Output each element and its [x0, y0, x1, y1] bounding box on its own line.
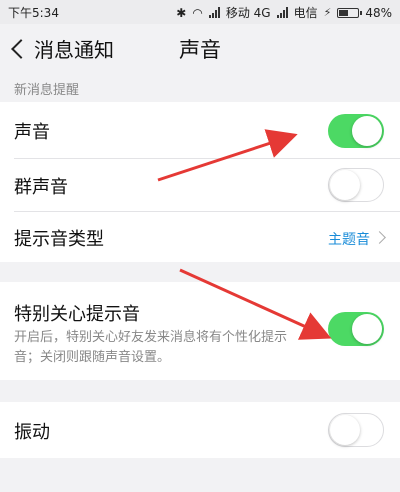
- status-time: 下午5:34: [8, 6, 59, 20]
- row-label-vibration: 振动: [14, 422, 50, 443]
- special-care-description: 开启后，特别关心好友发来消息将有个性化提示音；关闭则跟随声音设置。: [14, 330, 288, 365]
- charging-icon: ⚡: [323, 6, 332, 19]
- battery-level: 48%: [365, 5, 392, 20]
- section-header-new-message: 新消息提醒: [0, 72, 400, 102]
- settings-card-special-care: 特别关心提示音 开启后，特别关心好友发来消息将有个性化提示音；关闭则跟随声音设置…: [0, 282, 400, 380]
- bluetooth-icon: ✱: [176, 5, 187, 20]
- vibration-toggle[interactable]: [328, 413, 384, 447]
- sound-toggle[interactable]: [328, 114, 384, 148]
- status-icons: ✱ ◠ 移动 4G 电信 ⚡ 48%: [176, 4, 392, 21]
- group-sound-toggle[interactable]: [328, 168, 384, 202]
- row-label-special-care: 特别关心提示音: [14, 304, 140, 325]
- chevron-right-icon: [373, 231, 386, 244]
- row-group-sound[interactable]: 群声音: [0, 159, 400, 211]
- row-label-sound: 声音: [14, 122, 50, 143]
- row-vibration[interactable]: 振动: [0, 402, 400, 458]
- row-sound[interactable]: 声音: [0, 102, 400, 158]
- battery-icon: [337, 7, 363, 18]
- page-title: 声音: [179, 38, 221, 62]
- settings-card-vibration: 振动: [0, 402, 400, 458]
- signal-icon: [208, 7, 220, 18]
- section-header-label: 新消息提醒: [14, 83, 80, 98]
- row-label-tone-type: 提示音类型: [14, 229, 104, 250]
- tone-type-value: 主题音: [328, 232, 370, 248]
- carrier2-label: 电信: [293, 6, 318, 20]
- signal2-icon: [276, 7, 288, 18]
- row-tone-type[interactable]: 提示音类型 主题音: [0, 212, 400, 262]
- special-care-toggle[interactable]: [328, 312, 384, 346]
- status-bar: 下午5:34 ✱ ◠ 移动 4G 电信 ⚡ 48%: [0, 0, 400, 24]
- nav-header: 消息通知 声音: [0, 24, 400, 72]
- wifi-icon: ◠: [192, 5, 203, 20]
- carrier1-label: 移动 4G: [225, 6, 271, 20]
- settings-card-sound: 声音 群声音 提示音类型 主题音: [0, 102, 400, 262]
- row-label-group-sound: 群声音: [14, 177, 68, 198]
